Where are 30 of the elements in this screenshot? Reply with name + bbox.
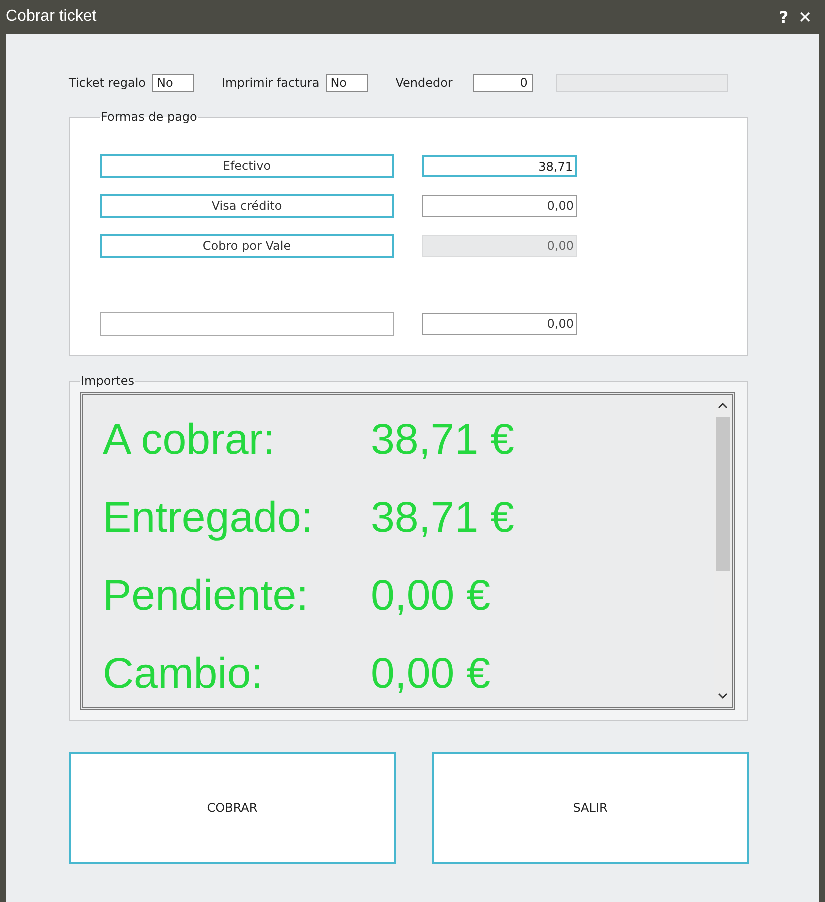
scroll-thumb[interactable] [716,417,730,571]
amount-field[interactable]: 38,71 [422,155,577,177]
group-title: Formas de pago [100,110,198,124]
group-title: Importes [80,374,136,388]
amount-label: A cobrar: [103,416,276,464]
help-button[interactable]: ? [774,8,794,26]
input-field[interactable]: 0 [472,74,533,92]
action-button[interactable]: COBRAR [69,752,396,864]
payment-method-button[interactable] [100,312,394,336]
input-field[interactable]: No [152,74,194,92]
amount-label: Entregado: [103,494,314,542]
window-title: Cobrar ticket [6,8,98,26]
close-button[interactable]: ✕ [794,8,817,26]
input-field[interactable]: No [326,74,368,92]
amount-value: 0,00 € [371,650,491,698]
field-label: Ticket regalo [69,76,146,90]
amount-value: 38,71 € [371,416,514,464]
field-label: Vendedor [396,76,453,90]
payment-method-button[interactable]: Visa crédito [100,194,394,218]
payment-method-button[interactable]: Efectivo [100,154,394,178]
scroll-up-icon[interactable] [718,403,728,409]
amount-field[interactable]: 0,00 [422,313,577,335]
amount-label: Cambio: [103,650,264,698]
action-button[interactable]: SALIR [432,752,749,864]
field-label: Imprimir factura [222,76,320,90]
amount-label: Pendiente: [103,572,310,620]
scroll-down-icon[interactable] [718,693,728,699]
amount-field[interactable]: 0,00 [422,195,577,217]
amount-value: 0,00 € [371,572,491,620]
amount-value: 38,71 € [371,494,514,542]
